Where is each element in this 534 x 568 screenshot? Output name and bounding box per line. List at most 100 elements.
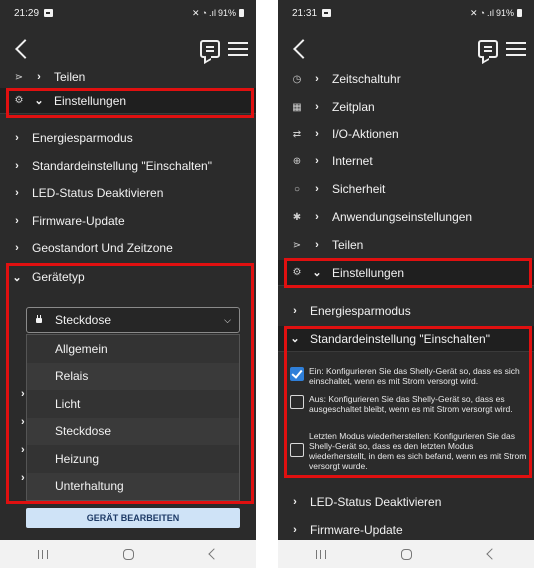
option-heizung[interactable]: Heizung xyxy=(27,445,239,473)
system-nav-bar xyxy=(278,540,534,568)
battery-percent: 91% xyxy=(217,8,236,18)
row-io-aktionen[interactable]: ⇄ › I/O-Aktionen xyxy=(278,121,534,147)
row-anwendungseinstellungen[interactable]: ✱ › Anwendungseinstellungen xyxy=(278,204,534,230)
row-label: Teilen xyxy=(54,72,86,84)
chevron-right-icon: › xyxy=(293,524,297,536)
chat-icon[interactable] xyxy=(200,40,220,58)
option-aus[interactable]: Aus: Konfigurieren Sie das Shelly-Gerät … xyxy=(290,394,528,414)
share-icon: ⋗ xyxy=(292,239,302,251)
checkbox-ein[interactable] xyxy=(290,367,304,381)
recent-apps-icon[interactable] xyxy=(37,549,48,559)
option-allgemein[interactable]: Allgemein xyxy=(27,335,239,363)
row-energiesparmodus[interactable]: › Energiesparmodus xyxy=(0,125,256,151)
chevron-right-icon: › xyxy=(21,388,25,400)
option-licht[interactable]: Licht xyxy=(27,390,239,418)
back-nav-icon[interactable] xyxy=(208,548,220,560)
row-label: Teilen xyxy=(332,238,364,252)
chevron-right-icon: › xyxy=(293,305,297,317)
chevron-down-icon: ⌄ xyxy=(312,267,322,279)
signal-icon: .ıl xyxy=(486,8,494,18)
back-icon[interactable] xyxy=(12,37,32,61)
menu-icon[interactable] xyxy=(228,41,248,57)
status-icons: ✕ ◔ .ıl 91% xyxy=(470,8,522,19)
option-relais[interactable]: Relais xyxy=(27,363,239,391)
row-label: Firmware-Update xyxy=(32,214,125,228)
row-led-status[interactable]: › LED-Status Deaktivieren xyxy=(0,180,256,206)
row-energiesparmodus[interactable]: › Energiesparmodus xyxy=(278,298,534,324)
row-zeitschaltuhr[interactable]: ◷ › Zeitschaltuhr xyxy=(278,72,534,92)
row-label: Standardeinstellung "Einschalten" xyxy=(32,159,212,173)
checkbox-aus[interactable] xyxy=(290,395,304,409)
chevron-right-icon: › xyxy=(315,101,319,113)
row-label: Standardeinstellung "Einschalten" xyxy=(310,331,490,346)
row-standardeinstellung[interactable]: › Standardeinstellung "Einschalten" xyxy=(0,153,256,179)
row-label: Energiesparmodus xyxy=(310,304,411,318)
device-type-select[interactable]: Steckdose ⌵ xyxy=(26,307,240,333)
status-time: 21:29 xyxy=(14,7,40,19)
row-label: Internet xyxy=(332,154,373,168)
row-label: Einstellungen xyxy=(332,265,405,280)
row-geraetetyp[interactable]: ⌄ Gerätetyp xyxy=(0,264,256,290)
row-led-status[interactable]: › LED-Status Deaktivieren xyxy=(278,489,534,515)
chevron-down-icon: ⌄ xyxy=(12,271,22,284)
lock-icon: ○ xyxy=(293,183,301,195)
row-sicherheit[interactable]: ○ › Sicherheit xyxy=(278,176,534,202)
right-screenshot: 21:31 ✕ ◔ .ıl 91% ◷ › Zeitschaltuhr ▦ › Zeitpla… xyxy=(278,0,534,568)
chevron-right-icon: › xyxy=(21,444,25,456)
row-internet[interactable]: ⊕ › Internet xyxy=(278,148,534,174)
row-label: LED-Status Deaktivieren xyxy=(310,495,442,509)
home-icon[interactable] xyxy=(401,548,413,560)
chevron-right-icon: › xyxy=(315,183,319,195)
gear-icon: ⚙ xyxy=(14,95,24,106)
menu-icon[interactable] xyxy=(506,41,526,57)
option-unterhaltung[interactable]: Unterhaltung xyxy=(27,473,239,501)
recent-apps-icon[interactable] xyxy=(315,549,326,559)
chevron-right-icon: › xyxy=(315,239,319,251)
gear-icon: ⚙ xyxy=(292,267,302,278)
swap-icon: ⇄ xyxy=(292,128,302,140)
row-geostandort[interactable]: › Geostandort Und Zeitzone xyxy=(0,235,256,261)
edit-device-button[interactable]: GERÄT BEARBEITEN xyxy=(26,508,240,528)
back-nav-icon[interactable] xyxy=(486,548,498,560)
left-screenshot: 21:29 ✕ ◔ .ıl 91% ⋗ › Teilen ⚙ ⌄ Einstellungen … xyxy=(0,0,256,568)
chevron-down-icon: ⌵ xyxy=(224,314,231,325)
row-teilen[interactable]: ⋗ › Teilen xyxy=(278,232,534,258)
chevron-right-icon: › xyxy=(21,416,25,428)
option-aus-text: Aus: Konfigurieren Sie das Shelly-Gerät … xyxy=(309,394,513,414)
clock-icon: ◷ xyxy=(292,73,302,85)
home-icon[interactable] xyxy=(123,548,135,560)
chevron-right-icon: › xyxy=(37,72,41,83)
option-letzter-text: Letzten Modus wiederherstellen: Konfigur… xyxy=(309,431,527,471)
chevron-right-icon: › xyxy=(293,496,297,508)
row-label: Anwendungseinstellungen xyxy=(332,210,473,224)
chevron-right-icon: › xyxy=(15,215,19,227)
chat-icon[interactable] xyxy=(478,40,498,58)
option-letzter-modus[interactable]: Letzten Modus wiederherstellen: Konfigur… xyxy=(290,431,528,471)
status-bar: 21:31 ✕ ◔ .ıl 91% xyxy=(278,0,534,26)
wifi-icon: ◔ xyxy=(201,8,207,18)
row-zeitplan[interactable]: ▦ › Zeitplan xyxy=(278,94,534,120)
device-type-options: Allgemein Relais Licht Steckdose Heizung… xyxy=(26,334,240,501)
settings-list: ◷ › Zeitschaltuhr ▦ › Zeitplan ⇄ › I/O-Aktione… xyxy=(278,72,534,540)
chevron-right-icon: › xyxy=(315,73,319,85)
back-icon[interactable] xyxy=(290,37,310,61)
row-label: Zeitschaltuhr xyxy=(332,72,401,86)
row-label: Firmware-Update xyxy=(310,523,403,537)
status-bar: 21:29 ✕ ◔ .ıl 91% xyxy=(0,0,256,26)
row-firmware[interactable]: › Firmware-Update xyxy=(0,208,256,234)
battery-icon xyxy=(239,9,244,17)
settings-alt-icon: ✱ xyxy=(292,211,302,223)
row-einstellungen[interactable]: ⚙ ⌄ Einstellungen xyxy=(278,260,534,286)
row-label: Geostandort Und Zeitzone xyxy=(32,241,173,255)
option-ein[interactable]: Ein: Konfigurieren Sie das Shelly-Gerät … xyxy=(290,366,528,386)
settings-list: ⋗ › Teilen ⚙ ⌄ Einstellungen › Energiesparmod… xyxy=(0,72,256,540)
checkbox-letzter-modus[interactable] xyxy=(290,443,304,457)
row-firmware[interactable]: › Firmware-Update xyxy=(278,517,534,540)
app-bar xyxy=(278,26,534,72)
option-steckdose[interactable]: Steckdose xyxy=(27,418,239,446)
chevron-right-icon: › xyxy=(15,242,19,254)
row-standardeinstellung[interactable]: ⌄ Standardeinstellung "Einschalten" xyxy=(278,326,534,352)
chevron-right-icon: › xyxy=(15,160,19,172)
row-einstellungen[interactable]: ⚙ ⌄ Einstellungen xyxy=(0,88,256,114)
select-value: Steckdose xyxy=(55,313,112,327)
